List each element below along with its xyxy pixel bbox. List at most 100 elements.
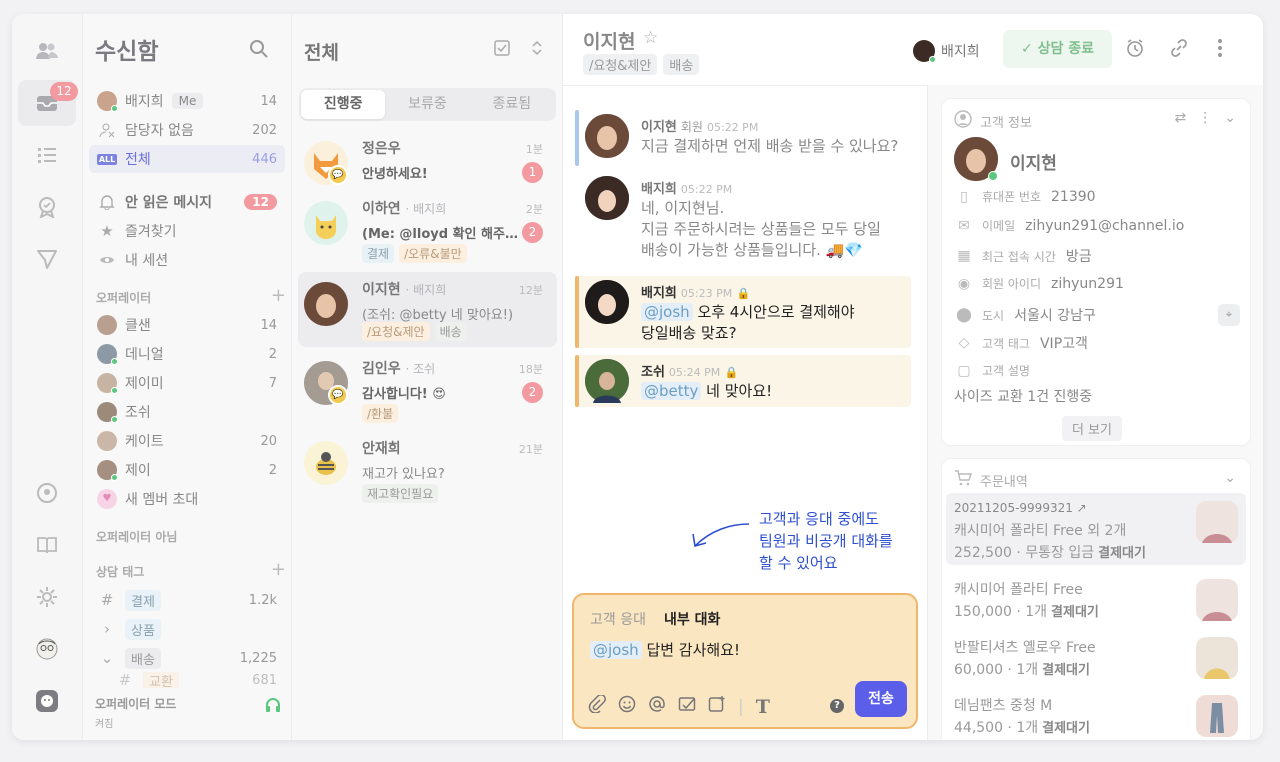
tag-chip[interactable]: 배송 xyxy=(663,54,700,75)
order-item[interactable]: 20211205-9999321 ↗ 캐시미어 폴라티 Free 외 2개 25… xyxy=(946,493,1246,565)
search-icon[interactable] xyxy=(249,39,269,59)
inbox-badge: 12 xyxy=(50,82,78,101)
add-note-icon[interactable] xyxy=(708,695,726,718)
chevron-down-icon[interactable]: ⌄ xyxy=(97,648,117,668)
info-row: ◉ 회원 아이디 zihyun291 xyxy=(954,275,1124,292)
tag-chip[interactable]: /요청&제안 xyxy=(583,54,658,75)
private-message: 배지희 05:23 PM 🔒 @josh 오후 4시안으로 결제해야 당일배송 맞… xyxy=(575,276,911,348)
composer-input[interactable]: @josh 답변 감사해요! xyxy=(590,639,740,660)
send-icon[interactable] xyxy=(18,236,76,282)
more-vertical-icon[interactable]: ⋮ xyxy=(1198,110,1212,126)
nav-rail: 12 xyxy=(12,14,83,740)
template-icon[interactable] xyxy=(678,695,696,718)
list-item-selected[interactable]: 이지현 · 배지희 12분 (조쉬: @betty 네 맞아요!) /요청&제안… xyxy=(298,272,557,347)
sidebar-item-my-session[interactable]: 내 세션 xyxy=(89,246,285,274)
tab-closed[interactable]: 종료됨 xyxy=(470,90,554,119)
invite-member-button[interactable]: ♥ 새 멤버 초대 xyxy=(89,485,285,513)
list-item[interactable]: 💬 김인우 · 조쉬 18분 감사합니다! 😍 2 /환불 xyxy=(298,351,557,426)
list-item[interactable]: 안재희 21분 재고가 있나요? 재고확인필요 xyxy=(298,431,557,506)
tag-chip: /환불 xyxy=(362,404,399,423)
tab-customer-reply[interactable]: 고객 응대 xyxy=(590,609,646,629)
cart-icon xyxy=(954,470,972,490)
checkbox-icon[interactable] xyxy=(494,40,510,60)
chevron-down-icon[interactable]: ⌄ xyxy=(1224,470,1236,486)
inbox-sidebar: 수신함 배지희 Me 14 담당자 없음 202 ALL 전체 446 안 읽은… xyxy=(83,14,292,740)
assignee-selector[interactable]: 배지희 xyxy=(913,40,980,63)
sidebar-item-favorites[interactable]: ★ 즐겨찾기 xyxy=(89,217,285,245)
operator-mode-toggle[interactable]: 오퍼레이터 모드 켜짐 xyxy=(95,695,281,730)
sidebar-item-unassigned[interactable]: 담당자 없음 202 xyxy=(89,116,285,144)
message-composer[interactable]: 고객 응대 내부 대화 @josh 답변 감사해요! | T ? 전송 xyxy=(572,593,918,729)
close-chat-button[interactable]: ✓ 상담 종료 xyxy=(1003,30,1112,68)
chat-header-tools: 배지희 ✓ 상담 종료 xyxy=(913,14,1263,85)
tab-internal-chat[interactable]: 내부 대화 xyxy=(664,609,720,629)
user-avatar-icon[interactable] xyxy=(18,626,76,672)
mention-icon[interactable] xyxy=(648,695,666,718)
gear-icon[interactable] xyxy=(18,574,76,620)
avatar xyxy=(97,315,117,335)
chat-bubble-icon: 💬 xyxy=(328,385,348,405)
tag-item[interactable]: ⌄ 배송 1,225 xyxy=(89,644,285,672)
book-icon[interactable] xyxy=(18,522,76,568)
sidebar-item-unread[interactable]: 안 읽은 메시지 12 xyxy=(89,188,285,216)
message: 배지희 05:22 PM 네, 이지현님. 지금 주문하시려는 상품들은 모두 당… xyxy=(575,172,911,262)
operator-item[interactable]: 클샌 14 xyxy=(89,311,285,339)
avatar xyxy=(97,460,118,481)
status-badge: 결제대기 xyxy=(1042,721,1090,736)
avatar xyxy=(304,441,348,485)
map-icon[interactable]: ⌖ xyxy=(1218,304,1240,326)
star-icon[interactable]: ☆ xyxy=(643,28,658,48)
mention[interactable]: @josh xyxy=(641,303,693,321)
tag-item[interactable]: # 교환 681 xyxy=(89,672,285,688)
show-more-button[interactable]: 더 보기 xyxy=(1062,416,1123,441)
help-icon[interactable]: ? xyxy=(830,699,844,713)
swap-icon[interactable]: ⇄ xyxy=(1175,110,1187,126)
tab-snoozed[interactable]: 보류중 xyxy=(385,90,469,119)
badge-icon[interactable] xyxy=(18,184,76,230)
text-format-icon[interactable]: T xyxy=(756,696,770,718)
emoji-icon[interactable] xyxy=(618,695,636,718)
tag-chip: 결제 xyxy=(362,244,395,263)
list-item[interactable]: 이하연 · 배지희 2분 (Me: @lloyd 확인 해주실... 2 결제 … xyxy=(298,191,557,266)
tags-section-title: 상담 태그 + xyxy=(96,559,286,580)
operator-item[interactable]: 제이 2 xyxy=(89,456,285,484)
operator-item[interactable]: 데니얼 2 xyxy=(89,340,285,368)
tag-item[interactable]: › 상품 xyxy=(89,615,285,643)
channel-logo-icon[interactable] xyxy=(18,678,76,724)
avatar xyxy=(585,280,629,324)
chevron-right-icon[interactable]: › xyxy=(97,619,117,639)
message: 이지현 회원 05:22 PM 지금 결제하면 언제 배송 받을 수 있나요? xyxy=(575,110,911,166)
avatar xyxy=(585,114,629,158)
sidebar-item-me[interactable]: 배지희 Me 14 xyxy=(89,87,285,115)
add-tag-button[interactable]: + xyxy=(271,561,286,580)
alarm-icon[interactable] xyxy=(1125,38,1145,63)
sidebar-item-all[interactable]: ALL 전체 446 xyxy=(89,145,285,173)
tag-chip: /요청&제안 xyxy=(362,322,430,341)
operator-item[interactable]: 케이트 20 xyxy=(89,427,285,455)
order-item[interactable]: 반팔티셔츠 옐로우 Free 60,000 · 1개 결제대기 xyxy=(946,629,1246,687)
operators-section-title: 오퍼레이터 + xyxy=(96,285,286,306)
mention[interactable]: @betty xyxy=(641,382,702,400)
card-header: 고객 정보 xyxy=(954,110,1032,132)
more-vertical-icon[interactable] xyxy=(1217,38,1223,63)
order-item[interactable]: 데님팬츠 중청 M 44,500 · 1개 결제대기 xyxy=(946,687,1246,740)
product-thumbnail xyxy=(1196,579,1238,621)
inbox-icon[interactable]: 12 xyxy=(18,80,78,126)
sort-icon[interactable] xyxy=(532,40,542,60)
add-operator-button[interactable]: + xyxy=(271,287,286,306)
list-icon[interactable] xyxy=(18,132,76,178)
order-item[interactable]: 캐시미어 폴라티 Free 150,000 · 1개 결제대기 xyxy=(946,571,1246,629)
operator-item[interactable]: 제이미 7 xyxy=(89,369,285,397)
not-operator-section[interactable]: 오퍼레이터 아님 xyxy=(96,528,286,545)
tab-open[interactable]: 진행중 xyxy=(301,90,386,119)
tag-chip: 배송 xyxy=(434,322,467,341)
smile-icon[interactable] xyxy=(18,470,76,516)
paperclip-icon[interactable] xyxy=(588,694,606,718)
chat-bubble-icon: 💬 xyxy=(328,165,348,185)
chevron-down-icon[interactable]: ⌄ xyxy=(1224,110,1236,126)
operator-item[interactable]: 조쉬 xyxy=(89,398,285,426)
team-icon[interactable] xyxy=(18,28,76,74)
send-button[interactable]: 전송 xyxy=(855,681,907,717)
tag-item[interactable]: # 결제 1.2k xyxy=(89,586,285,614)
link-icon[interactable] xyxy=(1169,38,1189,63)
